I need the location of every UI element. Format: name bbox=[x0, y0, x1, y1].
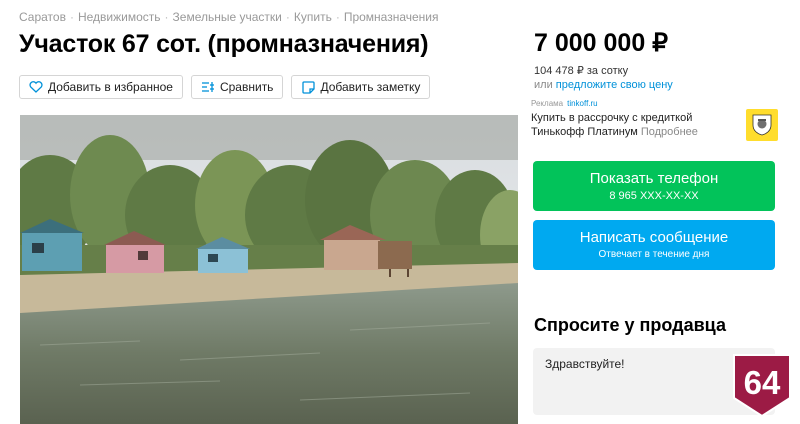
price: 7 000 000 ₽ bbox=[534, 29, 669, 57]
breadcrumb-item-land[interactable]: Земельные участки bbox=[173, 10, 282, 24]
add-note-button[interactable]: Добавить заметку bbox=[291, 75, 431, 99]
note-icon bbox=[301, 80, 315, 94]
tinkoff-logo-icon[interactable] bbox=[746, 109, 778, 141]
breadcrumb-separator: · bbox=[285, 10, 290, 24]
heart-icon bbox=[29, 80, 43, 94]
compare-icon bbox=[201, 80, 215, 94]
compare-button[interactable]: Сравнить bbox=[190, 75, 284, 99]
compare-label: Сравнить bbox=[219, 80, 274, 94]
offer-price-line: или предложите свою цену bbox=[534, 79, 673, 91]
ad-label-text: Реклама bbox=[531, 99, 564, 108]
add-to-favorites-label: Добавить в избранное bbox=[48, 80, 173, 94]
breadcrumb-separator: · bbox=[69, 10, 74, 24]
add-to-favorites-button[interactable]: Добавить в избранное bbox=[19, 75, 183, 99]
listing-photo[interactable] bbox=[20, 115, 518, 424]
ad-more-link[interactable]: Подробнее bbox=[641, 126, 698, 138]
breadcrumb-item-industrial[interactable]: Промназначения bbox=[344, 10, 439, 24]
page-title: Участок 67 сот. (промназначения) bbox=[19, 30, 429, 58]
site-64-logo: 64 bbox=[731, 352, 793, 418]
listing-actions: Добавить в избранное Сравнить Добавить з… bbox=[19, 75, 431, 99]
show-phone-button[interactable]: Показать телефон 8 965 XXX-XX-XX bbox=[533, 161, 775, 211]
site-64-logo-text: 64 bbox=[744, 364, 781, 401]
price-per-unit: 104 478 ₽ за сотку bbox=[534, 65, 629, 77]
breadcrumb-item-realty[interactable]: Недвижимость bbox=[78, 10, 161, 24]
breadcrumb-separator: · bbox=[335, 10, 340, 24]
ask-seller-title: Спросите у продавца bbox=[534, 315, 726, 335]
offer-prefix: или bbox=[534, 79, 553, 91]
response-time-label: Отвечает в течение дня bbox=[598, 249, 710, 260]
ad-label: Реклама tinkoff.ru bbox=[531, 99, 598, 108]
ad-domain-link[interactable]: tinkoff.ru bbox=[567, 99, 598, 108]
offer-price-link[interactable]: предложите свою цену bbox=[556, 79, 673, 91]
add-note-label: Добавить заметку bbox=[320, 80, 421, 94]
write-message-button[interactable]: Написать сообщение Отвечает в течение дн… bbox=[533, 220, 775, 270]
ad-text[interactable]: Купить в рассрочку с кредиткой Тинькофф … bbox=[531, 111, 731, 139]
breadcrumb-item-buy[interactable]: Купить bbox=[294, 10, 332, 24]
write-message-label: Написать сообщение bbox=[579, 229, 729, 246]
breadcrumb-separator: · bbox=[164, 10, 169, 24]
show-phone-label: Показать телефон bbox=[589, 170, 719, 187]
phone-number-masked: 8 965 XXX-XX-XX bbox=[609, 190, 699, 202]
breadcrumb-item-city[interactable]: Саратов bbox=[19, 10, 66, 24]
breadcrumb: Саратов · Недвижимость · Земельные участки · К… bbox=[19, 10, 439, 24]
